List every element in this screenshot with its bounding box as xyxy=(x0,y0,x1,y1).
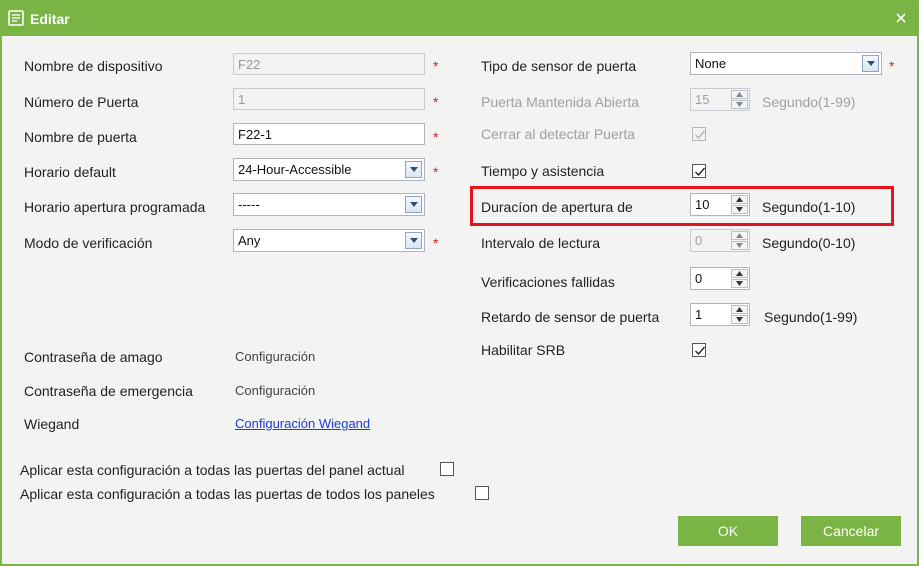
duress-password-config[interactable]: Configuración xyxy=(235,349,315,364)
required-mark: * xyxy=(889,58,895,74)
dialog-content: Nombre de dispositivo F22 * Número de Pu… xyxy=(2,36,917,564)
required-mark: * xyxy=(433,94,439,110)
door-number-field[interactable]: 1 xyxy=(233,88,425,110)
open-duration-spinner[interactable]: 10 xyxy=(690,193,750,216)
programmed-schedule-value: ----- xyxy=(238,197,260,212)
spin-up-icon[interactable] xyxy=(731,90,748,99)
open-duration-unit: Segundo(1-10) xyxy=(762,199,856,215)
time-attendance-label: Tiempo y asistencia xyxy=(481,163,605,179)
verify-mode-label: Modo de verificación xyxy=(24,235,153,251)
chevron-down-icon[interactable] xyxy=(405,161,422,178)
programmed-schedule-label: Horario apertura programada xyxy=(24,199,206,215)
required-mark: * xyxy=(433,129,439,145)
required-mark: * xyxy=(433,58,439,74)
edit-window-icon xyxy=(8,10,24,26)
time-attendance-checkbox[interactable] xyxy=(692,164,706,178)
enable-srb-label: Habilitar SRB xyxy=(481,342,566,358)
enable-srb-checkbox[interactable] xyxy=(692,343,706,357)
title-bar[interactable]: Editar xyxy=(2,2,917,36)
cancel-button[interactable]: Cancelar xyxy=(801,516,901,546)
device-name-field[interactable]: F22 xyxy=(233,53,425,75)
door-held-open-value: 15 xyxy=(695,92,710,107)
verify-mode-select[interactable]: Any xyxy=(233,229,425,252)
door-name-field[interactable]: F22-1 xyxy=(233,123,425,145)
failed-verifications-label: Verificaciones fallidas xyxy=(481,274,615,290)
wiegand-config-link[interactable]: Configuración Wiegand xyxy=(235,416,370,431)
sensor-delay-value: 1 xyxy=(695,307,703,322)
close-on-detect-checkbox[interactable] xyxy=(692,127,706,141)
door-held-open-unit: Segundo(1-99) xyxy=(762,94,856,110)
default-schedule-select[interactable]: 24-Hour-Accessible xyxy=(233,158,425,181)
door-held-open-spinner[interactable]: 15 xyxy=(690,88,750,111)
spin-down-icon[interactable] xyxy=(731,279,748,288)
sensor-delay-unit: Segundo(1-99) xyxy=(764,309,858,325)
spin-down-icon[interactable] xyxy=(731,241,748,250)
spin-up-icon[interactable] xyxy=(731,195,748,204)
door-sensor-type-label: Tipo de sensor de puerta xyxy=(481,58,637,74)
edit-dialog: Editar Nombre de dispositivo F22 * Númer… xyxy=(0,0,919,566)
apply-current-panel-label: Aplicar esta configuración a todas las p… xyxy=(20,462,405,478)
ok-button[interactable]: OK xyxy=(678,516,778,546)
spin-up-icon[interactable] xyxy=(731,269,748,278)
spin-down-icon[interactable] xyxy=(731,315,748,324)
emergency-password-config[interactable]: Configuración xyxy=(235,383,315,398)
apply-current-panel-checkbox[interactable] xyxy=(440,462,454,476)
read-interval-spinner[interactable]: 0 xyxy=(690,229,750,252)
device-name-label: Nombre de dispositivo xyxy=(24,58,163,74)
door-held-open-label: Puerta Mantenida Abierta xyxy=(481,94,639,110)
sensor-delay-label: Retardo de sensor de puerta xyxy=(481,309,660,325)
chevron-down-icon[interactable] xyxy=(862,55,879,72)
door-sensor-type-value: None xyxy=(695,56,727,71)
apply-all-panels-label: Aplicar esta configuración a todas las p… xyxy=(20,486,435,502)
chevron-down-icon[interactable] xyxy=(405,232,422,249)
close-on-detect-label: Cerrar al detectar Puerta xyxy=(481,126,636,142)
failed-verifications-spinner[interactable]: 0 xyxy=(690,267,750,290)
window-title: Editar xyxy=(30,11,70,27)
sensor-delay-spinner[interactable]: 1 xyxy=(690,303,750,326)
close-icon[interactable] xyxy=(893,10,909,26)
open-duration-value: 10 xyxy=(695,197,710,212)
spin-down-icon[interactable] xyxy=(731,205,748,214)
spin-up-icon[interactable] xyxy=(731,305,748,314)
door-number-label: Número de Puerta xyxy=(24,94,139,110)
read-interval-unit: Segundo(0-10) xyxy=(762,235,856,251)
required-mark: * xyxy=(433,164,439,180)
wiegand-label: Wiegand xyxy=(24,416,80,432)
duress-password-label: Contraseña de amago xyxy=(24,349,163,365)
spin-up-icon[interactable] xyxy=(731,231,748,240)
read-interval-value: 0 xyxy=(695,233,703,248)
apply-all-panels-checkbox[interactable] xyxy=(475,486,489,500)
spin-down-icon[interactable] xyxy=(731,100,748,109)
failed-verifications-value: 0 xyxy=(695,271,703,286)
emergency-password-label: Contraseña de emergencia xyxy=(24,383,193,399)
open-duration-label: Duracíon de apertura de xyxy=(481,199,633,215)
verify-mode-value: Any xyxy=(238,233,261,248)
chevron-down-icon[interactable] xyxy=(405,196,422,213)
default-schedule-label: Horario default xyxy=(24,164,116,180)
door-sensor-type-select[interactable]: None xyxy=(690,52,882,75)
door-name-label: Nombre de puerta xyxy=(24,129,137,145)
default-schedule-value: 24-Hour-Accessible xyxy=(238,162,352,177)
required-mark: * xyxy=(433,235,439,251)
programmed-schedule-select[interactable]: ----- xyxy=(233,193,425,216)
read-interval-label: Intervalo de lectura xyxy=(481,235,601,251)
